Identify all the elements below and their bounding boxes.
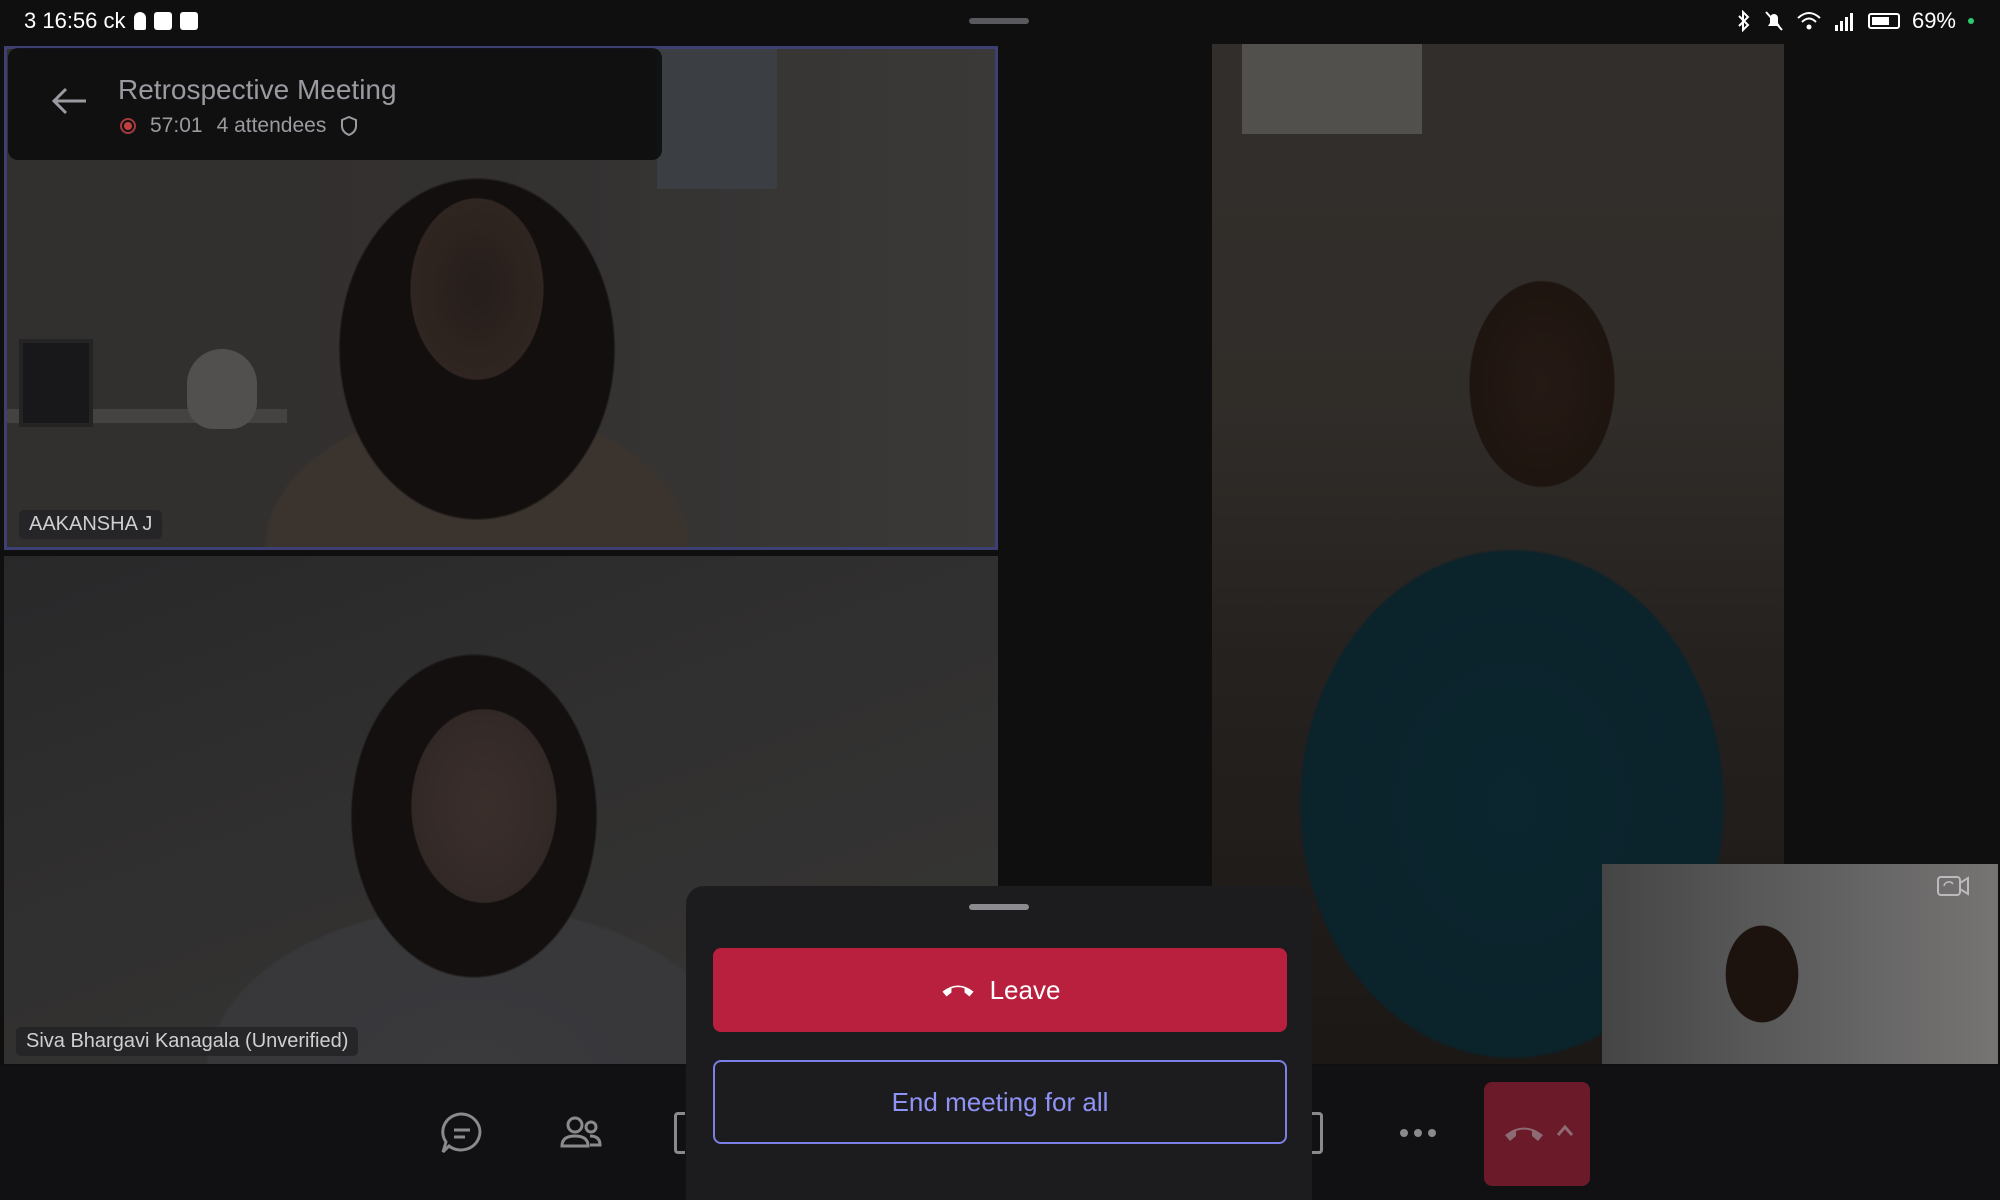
switch-camera-icon[interactable] — [1936, 872, 1970, 902]
chat-icon[interactable] — [437, 1108, 487, 1158]
shield-icon — [341, 116, 358, 136]
partial-icon-left — [674, 1112, 685, 1154]
meeting-header: Retrospective Meeting 57:01 4 attendees — [8, 48, 662, 160]
meeting-subinfo: 57:01 4 attendees — [120, 114, 358, 138]
participant-name-label: AAKANSHA J — [19, 510, 163, 539]
wifi-icon — [1797, 12, 1821, 30]
outlook-icon — [179, 12, 198, 30]
battery-icon — [1867, 13, 1900, 29]
signal-icon — [1834, 13, 1853, 31]
back-arrow-icon[interactable] — [50, 86, 90, 116]
more-icon[interactable] — [1393, 1108, 1443, 1158]
end-meeting-for-all-button[interactable]: End meeting for all — [713, 1060, 1287, 1144]
sheet-drag-handle[interactable] — [969, 904, 1029, 910]
notification-icon — [133, 12, 146, 30]
battery-percent: 69% — [1911, 8, 1956, 33]
leave-button[interactable]: Leave — [713, 948, 1287, 1032]
meeting-title: Retrospective Meeting — [118, 74, 397, 105]
record-icon — [120, 118, 136, 134]
status-right: 69% — [1736, 8, 1974, 34]
hang-up-icon — [1505, 1127, 1543, 1141]
bluetooth-icon — [1738, 10, 1750, 32]
leave-options-sheet: Leave End meeting for all — [686, 886, 1312, 1200]
partial-icon-right — [1312, 1112, 1323, 1154]
attendee-count[interactable]: 4 attendees — [217, 114, 327, 138]
leave-label: Leave — [989, 974, 1061, 1005]
meeting-duration: 57:01 — [150, 114, 203, 137]
people-icon[interactable] — [556, 1108, 606, 1158]
participant-name-label: Siva Bhargavi Kanagala (Unverified) — [16, 1027, 359, 1056]
hang-up-button[interactable] — [1484, 1082, 1590, 1186]
status-left: 3 16:56 ck — [24, 8, 198, 34]
top-drag-handle[interactable] — [969, 18, 1029, 24]
mute-bell-icon — [1765, 11, 1783, 31]
chevron-up-icon — [1556, 1124, 1574, 1136]
hang-up-icon — [942, 985, 974, 997]
app-icon — [153, 12, 172, 30]
self-view-tile[interactable] — [1602, 864, 1998, 1064]
privacy-indicator — [1968, 18, 1974, 24]
clock: 3 16:56 ck — [24, 8, 126, 33]
